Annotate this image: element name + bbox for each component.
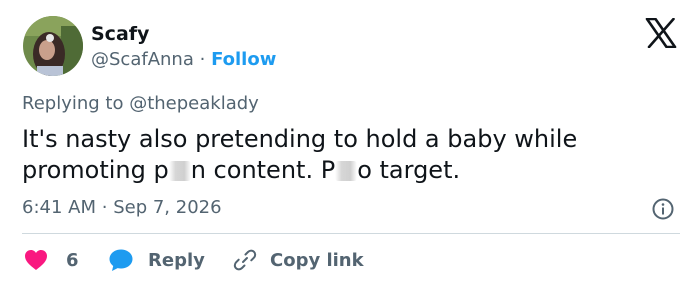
reply-label: Reply — [148, 249, 205, 271]
tweet-line-2-part-1: promoting p — [22, 156, 169, 184]
tweet-line-2: promoting p n content. P o target. — [22, 155, 682, 186]
meta-separator: · — [101, 197, 108, 218]
like-button[interactable]: 6 — [24, 246, 79, 274]
handle-separator: · — [199, 49, 206, 70]
info-icon[interactable] — [651, 197, 675, 221]
tweet-line-1: It's nasty also pretending to hold a bab… — [22, 125, 578, 153]
tweet-line-2-part-2: n content. P — [190, 156, 336, 184]
tweet-time[interactable]: 6:41 AM — [22, 197, 96, 218]
like-count: 6 — [66, 249, 79, 271]
author-name[interactable]: Scafy — [91, 22, 149, 46]
author-handle-row: @ScafAnna · Follow — [91, 49, 276, 71]
divider — [22, 233, 680, 234]
copy-link-button[interactable]: Copy link — [232, 246, 364, 274]
tweet-date[interactable]: Sep 7, 2026 — [113, 197, 221, 218]
copy-link-label: Copy link — [270, 249, 364, 271]
heart-icon — [25, 250, 47, 270]
reply-bubble-icon — [109, 249, 133, 271]
replying-to-prefix: Replying to — [22, 93, 124, 114]
censor-blur — [168, 161, 191, 181]
follow-button[interactable]: Follow — [211, 49, 276, 70]
replying-to: Replying to @thepeaklady — [22, 93, 259, 115]
censor-blur — [335, 161, 358, 181]
reply-button[interactable]: Reply — [108, 246, 205, 274]
tweet-meta: 6:41 AM · Sep 7, 2026 — [22, 197, 222, 219]
link-icon — [233, 249, 257, 271]
action-bar: 6 Reply Copy link — [22, 246, 680, 274]
x-logo-icon[interactable] — [645, 17, 677, 49]
tweet-line-2-part-3: o target. — [357, 156, 461, 184]
avatar[interactable] — [23, 16, 83, 76]
avatar-image — [23, 16, 83, 76]
author-handle[interactable]: @ScafAnna — [91, 49, 194, 70]
replying-to-handle[interactable]: @thepeaklady — [129, 93, 259, 114]
tweet-text: It's nasty also pretending to hold a bab… — [22, 124, 682, 186]
